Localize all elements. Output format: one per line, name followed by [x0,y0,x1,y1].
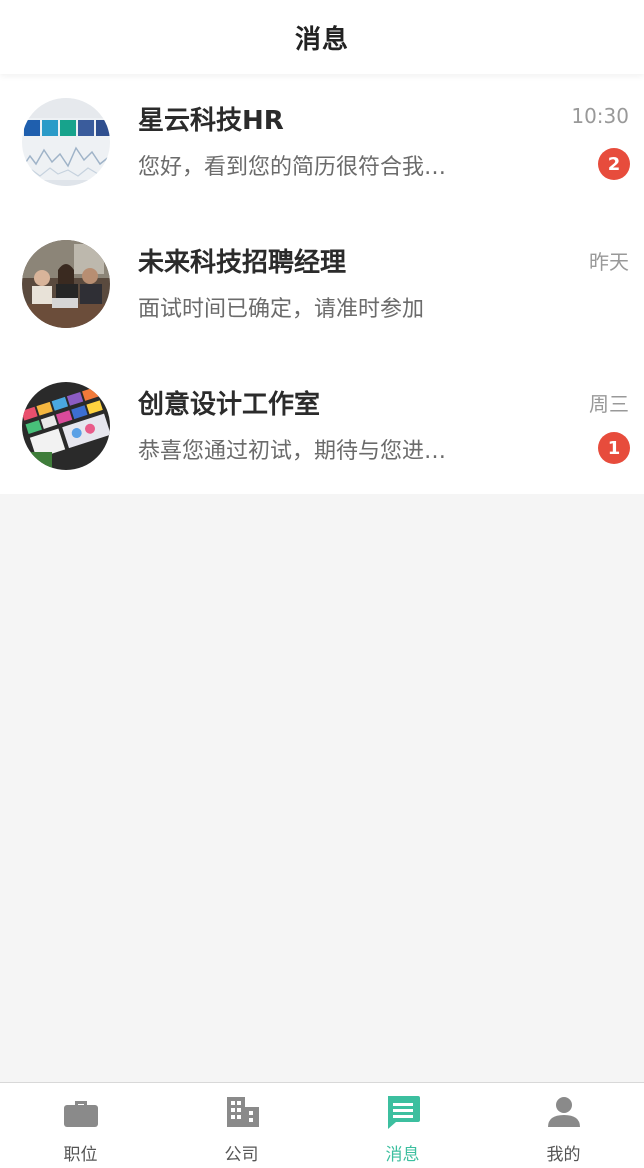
tab-label: 我的 [546,1145,581,1165]
tab-messages[interactable]: 消息 [322,1083,483,1168]
avatar [22,240,110,328]
avatar [22,98,110,186]
conversation-preview: 恭喜您通过初试，期待与您进… [138,439,447,464]
dashboard-photo [22,98,110,186]
unread-badge: 1 [598,432,630,464]
building-icon [226,1097,259,1127]
briefcase-icon [63,1101,98,1127]
conversation-time: 周三 [589,392,629,416]
header-bar: 消息 [0,0,644,74]
page-title: 消息 [294,24,349,55]
conversation-time: 10:30 [571,104,629,128]
conversation-name: 未来科技招聘经理 [138,248,347,278]
conversation-name: 星云科技HR [138,106,284,136]
tab-company[interactable]: 公司 [161,1083,322,1168]
chat-icon [387,1096,420,1129]
conversation-name: 创意设计工作室 [138,390,321,420]
conversation-item[interactable]: 未来科技招聘经理 面试时间已确定，请准时参加 昨天 [0,216,644,358]
conversation-list: 星云科技HR 您好，看到您的简历很符合我… 10:30 2 未来科技招聘经理 面… [0,74,644,494]
bottom-tab-bar: 职位 公司 消息 我的 [0,1082,644,1168]
unread-badge: 2 [598,148,630,180]
conversation-preview: 面试时间已确定，请准时参加 [138,297,425,322]
design-swatches-photo [22,382,110,470]
tab-label: 职位 [63,1145,98,1165]
office-team-photo [22,240,110,328]
conversation-item[interactable]: 星云科技HR 您好，看到您的简历很符合我… 10:30 2 [0,74,644,216]
tab-jobs[interactable]: 职位 [0,1083,161,1168]
avatar [22,382,110,470]
tab-label: 消息 [385,1145,420,1165]
conversation-item[interactable]: 创意设计工作室 恭喜您通过初试，期待与您进… 周三 1 [0,358,644,500]
tab-label: 公司 [224,1145,259,1165]
tab-me[interactable]: 我的 [483,1083,644,1168]
person-icon [547,1097,580,1127]
conversation-time: 昨天 [589,250,629,274]
conversation-preview: 您好，看到您的简历很符合我… [138,155,447,180]
